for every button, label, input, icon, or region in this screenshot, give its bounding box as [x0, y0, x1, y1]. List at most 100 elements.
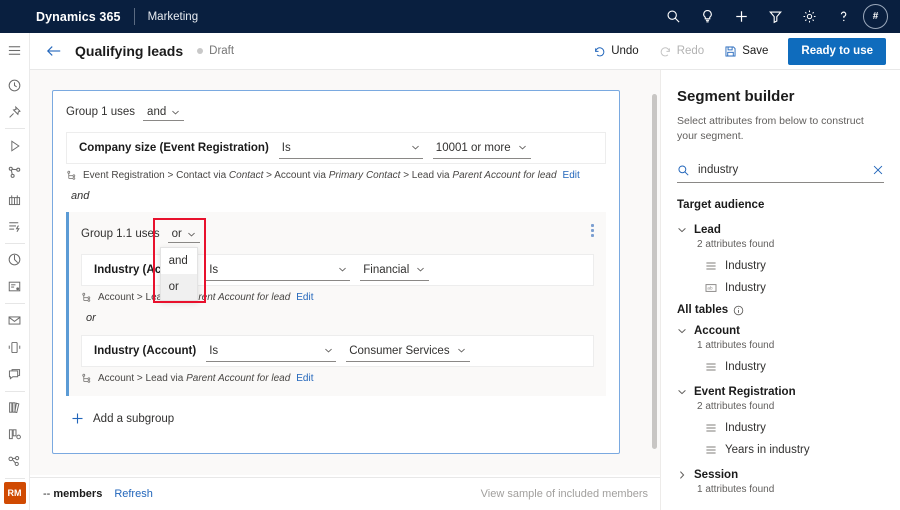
tree-attribute-evreg-industry[interactable]: Industry — [705, 422, 884, 434]
push-notification-icon[interactable] — [0, 334, 30, 361]
info-icon[interactable] — [733, 305, 744, 316]
group1-operator-select[interactable]: and — [143, 105, 184, 121]
tree-attribute-name: Industry — [725, 282, 766, 294]
plus-icon — [71, 412, 84, 425]
segments-icon[interactable] — [0, 159, 30, 186]
tree-attribute-name: Industry — [725, 422, 766, 434]
gear-icon[interactable] — [792, 0, 826, 33]
save-button[interactable]: Save — [714, 38, 778, 65]
add-subgroup-button[interactable]: Add a subgroup — [71, 412, 619, 425]
group1-label: Group 1 uses — [66, 106, 135, 118]
lightbulb-icon[interactable] — [690, 0, 724, 33]
command-bar: Qualifying leads Draft Undo Redo — [30, 33, 900, 70]
dropdown-option-or[interactable]: or — [161, 274, 197, 300]
forms-icon[interactable] — [0, 273, 30, 300]
chevron-down-icon — [677, 326, 687, 336]
help-icon[interactable] — [826, 0, 860, 33]
tree-group-lead[interactable]: Lead — [677, 224, 884, 236]
recent-clock-icon[interactable] — [0, 72, 30, 99]
tree-attribute-evreg-years-in-industry[interactable]: Years in industry — [705, 444, 884, 456]
rail-footer: RM — [4, 482, 26, 510]
refresh-link[interactable]: Refresh — [114, 488, 153, 500]
text-field-icon: ab — [705, 282, 717, 294]
hamburger-menu-icon[interactable] — [0, 37, 30, 64]
user-avatar[interactable]: # — [863, 4, 888, 29]
dropdown-option-and[interactable]: and — [161, 248, 197, 274]
tree-group-count: 2 attributes found — [697, 401, 884, 412]
redo-button[interactable]: Redo — [649, 38, 715, 65]
relationship-nodes-icon — [66, 170, 77, 181]
members-count-label: -- members — [43, 488, 102, 500]
list-field-icon — [705, 361, 717, 373]
edit-path-link[interactable]: Edit — [563, 170, 580, 181]
chevron-down-icon — [171, 108, 180, 117]
product-brand: Dynamics 365 — [36, 10, 121, 24]
canvas-scrollbar[interactable] — [650, 70, 660, 475]
query-builder-card: Group 1 uses and Company size (Event Reg… — [52, 90, 620, 454]
search-icon[interactable] — [656, 0, 690, 33]
all-tables-label: All tables — [677, 304, 728, 316]
app-name-label[interactable]: Marketing — [148, 11, 199, 23]
pin-icon[interactable] — [0, 99, 30, 126]
operator-dropdown-menu[interactable]: and or — [160, 247, 198, 301]
tree-group-account[interactable]: Account — [677, 325, 884, 337]
undo-icon — [593, 45, 606, 58]
tree-group-event-registration[interactable]: Event Registration — [677, 386, 884, 398]
relationship-path-text: Account > Lead via Parent Account for le… — [98, 373, 290, 384]
journey-play-icon[interactable] — [0, 132, 30, 159]
subgroup-conjunction-label: or — [86, 312, 606, 324]
condition-operator-select[interactable]: Is — [206, 260, 350, 281]
nodes-icon[interactable] — [0, 448, 30, 475]
redo-icon — [659, 45, 672, 58]
quick-campaign-icon[interactable] — [0, 213, 30, 240]
undo-label: Undo — [611, 45, 639, 57]
panel-subtitle: Select attributes from below to construc… — [677, 114, 884, 144]
relationship-nodes-icon — [81, 292, 92, 303]
condition-value-select[interactable]: Financial — [360, 260, 429, 281]
undo-button[interactable]: Undo — [583, 38, 649, 65]
back-arrow-icon[interactable] — [46, 44, 62, 58]
user-initials-badge[interactable]: RM — [4, 482, 26, 504]
subgroup-operator-select[interactable]: or — [168, 227, 200, 243]
path-part: Contact — [229, 170, 263, 181]
ready-to-use-button[interactable]: Ready to use — [788, 38, 886, 65]
tree-group-session[interactable]: Session — [677, 469, 884, 481]
chevron-down-icon — [187, 230, 196, 239]
condition-operator-select[interactable]: Is — [206, 341, 336, 362]
events-icon[interactable] — [0, 186, 30, 213]
path-part: Account > Lead via — [98, 373, 183, 384]
subgroup-operator-value: or — [172, 228, 182, 240]
condition-value-select[interactable]: Consumer Services — [346, 341, 469, 362]
tree-attribute-name: Years in industry — [725, 444, 810, 456]
condition-value-select[interactable]: 10001 or more — [433, 138, 531, 159]
search-input-value[interactable]: industry — [698, 164, 738, 176]
tree-attribute-lead-industry-2[interactable]: ab Industry — [705, 282, 884, 294]
tree-group-count: 1 attributes found — [697, 484, 884, 495]
top-navigation-bar: Dynamics 365 Marketing # — [0, 0, 900, 33]
tree-attribute-account-industry[interactable]: Industry — [705, 361, 884, 373]
email-icon[interactable] — [0, 307, 30, 334]
scrollbar-thumb[interactable] — [652, 94, 657, 449]
text-message-icon[interactable] — [0, 361, 30, 388]
analytics-pie-icon[interactable] — [0, 247, 30, 274]
members-count: -- — [43, 488, 50, 500]
status-badge: Draft — [197, 45, 234, 57]
subgroup-overflow-menu[interactable] — [591, 224, 594, 237]
attribute-search-field[interactable]: industry — [677, 158, 884, 183]
library-icon[interactable] — [0, 395, 30, 422]
path-part: Parent Account for lead — [452, 170, 556, 181]
kanban-icon[interactable] — [0, 421, 30, 448]
filter-icon[interactable] — [758, 0, 792, 33]
subgroup-operator-dropdown-wrapper: or and or — [160, 224, 200, 243]
chevron-down-icon — [677, 225, 687, 235]
subgroup-label: Group 1.1 uses — [81, 228, 160, 240]
plus-icon[interactable] — [724, 0, 758, 33]
condition-operator-select[interactable]: Is — [279, 138, 423, 159]
status-dot-icon — [197, 48, 203, 54]
tree-group-name: Session — [694, 469, 738, 481]
edit-path-link[interactable]: Edit — [296, 373, 313, 384]
tree-attribute-lead-industry-1[interactable]: Industry — [705, 260, 884, 272]
view-sample-link[interactable]: View sample of included members — [481, 488, 648, 500]
edit-path-link[interactable]: Edit — [296, 292, 313, 303]
clear-search-icon[interactable] — [872, 164, 884, 176]
